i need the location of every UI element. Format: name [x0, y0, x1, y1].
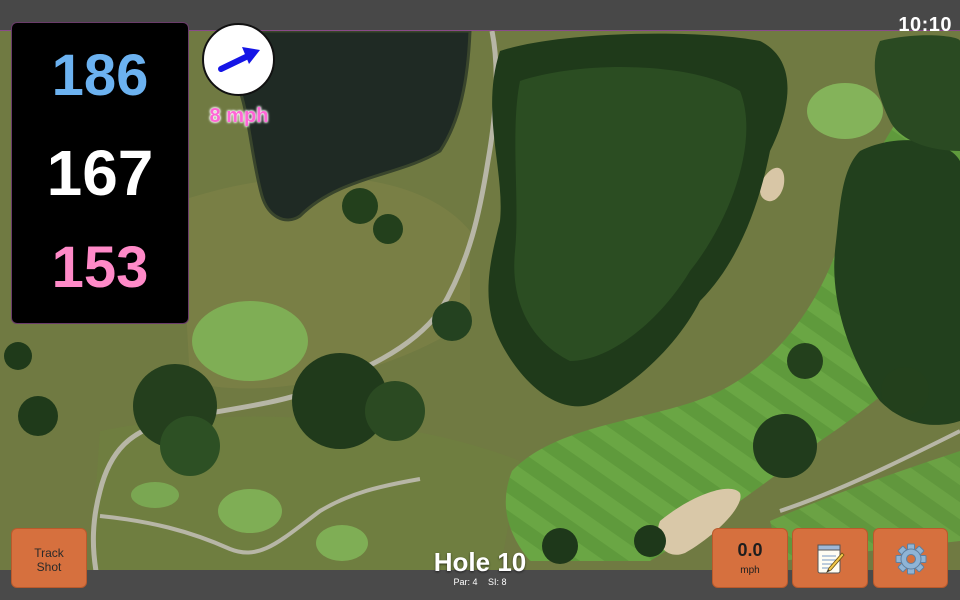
speed-unit: mph — [740, 565, 760, 576]
speed-button[interactable]: 0.0 mph — [712, 528, 788, 588]
green — [192, 301, 308, 381]
tree — [365, 381, 425, 441]
hole-stroke-index: SI: 8 — [488, 577, 507, 587]
wind-direction-dial — [202, 23, 275, 96]
speed-value: 0.0 — [737, 540, 763, 560]
track-shot-line1: Track — [34, 546, 64, 560]
track-shot-line2: Shot — [36, 560, 62, 574]
tree — [634, 525, 666, 557]
clock-time: 10:10 — [898, 14, 952, 36]
hole-details: Par: 4 SI: 8 — [400, 577, 560, 587]
tee-box — [218, 489, 282, 533]
wind-arrow-icon — [218, 47, 260, 72]
tree — [881, 367, 929, 415]
tree — [373, 214, 403, 244]
tee-box — [316, 525, 368, 561]
track-shot-button[interactable]: Track Shot — [11, 528, 87, 588]
hole-par: Par: 4 — [453, 577, 478, 587]
settings-button[interactable] — [873, 528, 948, 588]
distance-panel: 186 167 153 — [11, 22, 189, 324]
app-screen: 10:10 186 167 153 8 mph Hole 10 Par: 4 S… — [0, 0, 960, 600]
tree — [753, 414, 817, 478]
green — [807, 83, 883, 139]
tree — [787, 343, 823, 379]
track-shot-label: Track Shot — [12, 529, 86, 574]
wind-speed-label: 8 mph — [209, 105, 269, 127]
notes-button[interactable] — [792, 528, 868, 588]
tee-box — [131, 482, 179, 508]
tree — [432, 301, 472, 341]
tree — [4, 342, 32, 370]
hole-title: Hole 10 — [433, 547, 527, 577]
back-distance: 186 — [51, 43, 149, 108]
tree — [18, 396, 58, 436]
middle-distance: 167 — [46, 137, 154, 209]
front-distance: 153 — [51, 235, 149, 300]
hole-info: Hole 10 Par: 4 SI: 8 — [400, 549, 560, 587]
gear-icon — [895, 543, 926, 575]
notepad-icon — [817, 544, 845, 574]
tree — [160, 416, 220, 476]
tree — [342, 188, 378, 224]
